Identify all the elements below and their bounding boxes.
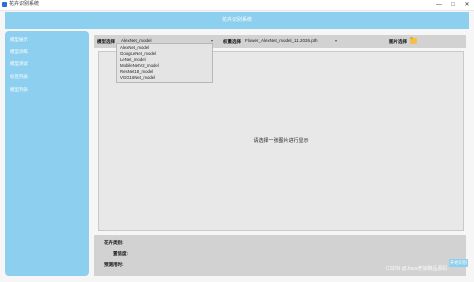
sidebar-item-model-list[interactable]: 模型列表 bbox=[10, 86, 28, 93]
watermark: CSDN @Java老徐精品源码 bbox=[386, 266, 448, 272]
window-title: 花卉识别系统 bbox=[9, 1, 40, 7]
sidebar-item-model-display[interactable]: 模型展示 bbox=[10, 36, 28, 43]
confidence-label: 置信度: bbox=[113, 251, 128, 256]
flower-class-label: 花卉类别: bbox=[104, 240, 124, 245]
sidebar: 模型展示 模型训练 模型测试 标签列表 模型列表 bbox=[5, 31, 89, 276]
image-select-label: 图片选择 bbox=[389, 39, 407, 44]
app-icon bbox=[2, 2, 7, 7]
weight-select-label: 权重选择 bbox=[223, 39, 241, 44]
chevron-down-icon: ▾ bbox=[334, 38, 337, 43]
sidebar-item-label-list[interactable]: 标签列表 bbox=[10, 73, 28, 80]
dropdown-option[interactable]: VGG16Net_model bbox=[120, 75, 155, 81]
minimize-button[interactable]: — bbox=[432, 0, 446, 10]
folder-icon[interactable] bbox=[410, 37, 417, 44]
weight-select[interactable]: Flower_AlexNet_model_11.2026.pth ▾ bbox=[245, 37, 337, 45]
maximize-button[interactable]: □ bbox=[446, 0, 460, 10]
model-select-label: 模型选择 bbox=[97, 39, 115, 44]
window-titlebar: 花卉识别系统 — □ ✕ bbox=[0, 0, 474, 11]
model-dropdown-list: AlexNet_model GoogLeNet_model LeNet_mode… bbox=[116, 43, 213, 83]
prediction-time-label: 预测用时: bbox=[104, 262, 124, 267]
header-title: 花卉识别系统 bbox=[221, 17, 252, 23]
weight-select-value: Flower_AlexNet_model_11.2026.pth bbox=[245, 38, 318, 43]
close-button[interactable]: ✕ bbox=[460, 0, 474, 10]
start-recognition-button[interactable]: 开始识别 bbox=[449, 259, 468, 267]
sidebar-item-model-testing[interactable]: 模型测试 bbox=[10, 60, 28, 67]
sidebar-item-model-training[interactable]: 模型训练 bbox=[10, 48, 28, 55]
image-placeholder-text: 请选择一张图片进行显示 bbox=[253, 138, 309, 144]
app-header: 花卉识别系统 bbox=[5, 12, 469, 29]
